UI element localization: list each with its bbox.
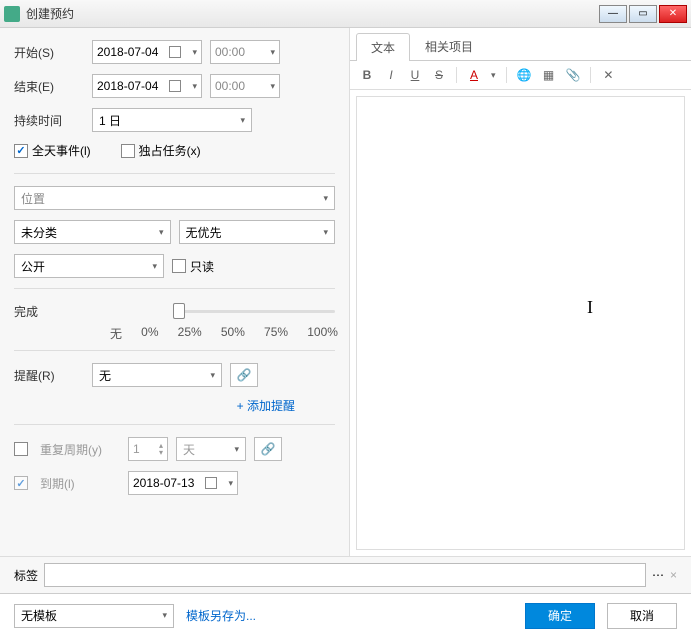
tag-input[interactable]	[44, 563, 646, 587]
calendar-icon	[169, 80, 181, 92]
start-time-input[interactable]: 00:00 ▾	[210, 40, 280, 64]
reminder-label: 提醒(R)	[14, 367, 84, 384]
link-icon: 🔗	[237, 368, 252, 382]
link-icon: 🔗	[261, 442, 276, 456]
form-panel: 开始(S) 2018-07-04 ▾ 00:00 ▾ 结束(E) 2018-07…	[0, 28, 350, 556]
save-template-link[interactable]: 模板另存为...	[186, 607, 256, 624]
recur-link-button[interactable]: 🔗	[254, 437, 282, 461]
completion-label: 完成	[14, 303, 65, 320]
location-select[interactable]: 位置 ▾	[14, 186, 335, 210]
end-date-input[interactable]: 2018-07-04 ▾	[92, 74, 202, 98]
readonly-label: 只读	[190, 258, 214, 275]
tab-text[interactable]: 文本	[356, 33, 410, 61]
text-editor[interactable]: I	[356, 96, 685, 550]
due-label: 到期(l)	[40, 475, 120, 492]
exclusive-checkbox[interactable]	[121, 144, 135, 158]
calendar-icon	[169, 46, 181, 58]
italic-button[interactable]: I	[384, 68, 398, 82]
minimize-button[interactable]: —	[599, 5, 627, 23]
underline-button[interactable]: U	[408, 68, 422, 82]
recur-count-spinner[interactable]: 1 ▴▾	[128, 437, 168, 461]
start-label: 开始(S)	[14, 44, 84, 61]
calendar-icon	[205, 477, 217, 489]
strike-button[interactable]: S	[432, 68, 446, 82]
editor-toolbar: B I U S A ▾ 🌐 ▦ 📎 ✕	[350, 61, 691, 90]
tab-bar: 文本 相关项目	[350, 28, 691, 61]
tag-more-button[interactable]: ⋯	[652, 568, 664, 582]
readonly-checkbox[interactable]	[172, 259, 186, 273]
due-date-input[interactable]: 2018-07-13 ▾	[128, 471, 238, 495]
cancel-button[interactable]: 取消	[607, 603, 677, 629]
attach-button[interactable]: 📎	[565, 68, 580, 82]
reminder-link-button[interactable]: 🔗	[230, 363, 258, 387]
visibility-select[interactable]: 公开 ▾	[14, 254, 164, 278]
template-select[interactable]: 无模板 ▾	[14, 604, 174, 628]
window-title: 创建预约	[26, 5, 597, 22]
duration-label: 持续时间	[14, 112, 84, 129]
titlebar: 创建预约 — ▭ ✕	[0, 0, 691, 28]
end-label: 结束(E)	[14, 78, 84, 95]
tag-clear-button[interactable]: ×	[670, 568, 677, 582]
slider-ticks: 无 0% 25% 50% 75% 100%	[110, 325, 338, 342]
duration-select[interactable]: 1 日 ▾	[92, 108, 252, 132]
app-icon	[4, 6, 20, 22]
recur-label: 重复周期(y)	[40, 441, 120, 458]
priority-select[interactable]: 无优先 ▾	[179, 220, 336, 244]
clear-button[interactable]: ✕	[601, 68, 615, 82]
end-time-input[interactable]: 00:00 ▾	[210, 74, 280, 98]
due-checkbox[interactable]	[14, 476, 28, 490]
web-button[interactable]: 🌐	[517, 68, 532, 82]
maximize-button[interactable]: ▭	[629, 5, 657, 23]
insert-button[interactable]: ▦	[541, 68, 555, 82]
tab-related[interactable]: 相关项目	[410, 32, 488, 60]
category-select[interactable]: 未分类 ▾	[14, 220, 171, 244]
exclusive-label: 独占任务(x)	[139, 142, 201, 159]
slider-thumb[interactable]	[173, 303, 185, 319]
completion-slider[interactable]	[173, 301, 335, 321]
close-button[interactable]: ✕	[659, 5, 687, 23]
ok-button[interactable]: 确定	[525, 603, 595, 629]
text-cursor-icon: I	[587, 297, 593, 318]
tag-label: 标签	[14, 567, 38, 584]
allday-checkbox[interactable]	[14, 144, 28, 158]
recur-checkbox[interactable]	[14, 442, 28, 456]
recur-unit-select[interactable]: 天 ▾	[176, 437, 246, 461]
allday-label: 全天事件(l)	[32, 142, 91, 159]
bold-button[interactable]: B	[360, 68, 374, 82]
start-date-input[interactable]: 2018-07-04 ▾	[92, 40, 202, 64]
font-color-button[interactable]: A	[467, 68, 481, 82]
reminder-select[interactable]: 无 ▾	[92, 363, 222, 387]
add-reminder-link[interactable]: + 添加提醒	[237, 399, 295, 413]
